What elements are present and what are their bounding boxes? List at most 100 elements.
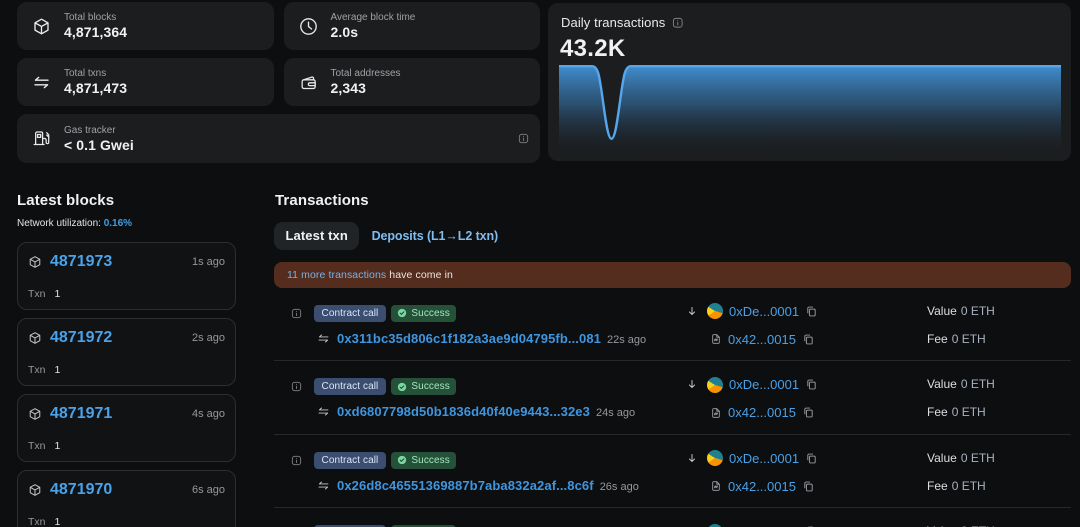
tx-hash-link[interactable]: 0x311bc35d806c1f182a3ae9d04795fb...081 bbox=[337, 331, 601, 346]
latest-blocks-section: Latest blocks Network utilization: 0.16%… bbox=[17, 189, 236, 527]
info-icon[interactable] bbox=[291, 381, 302, 392]
transaction-row: Contract call Success 0xd6807798d50b1836… bbox=[274, 361, 1071, 435]
to-address-link[interactable]: 0x42...0015 bbox=[728, 479, 796, 494]
stat-label: Average block time bbox=[331, 11, 416, 24]
info-icon[interactable] bbox=[291, 455, 302, 466]
from-avatar bbox=[707, 450, 723, 466]
tx-type-tag: Contract call bbox=[314, 378, 386, 395]
block-age: 4s ago bbox=[192, 407, 225, 421]
stat-card-average-block-time: Average block time 2.0s bbox=[284, 2, 541, 50]
check-circle-icon bbox=[397, 455, 407, 465]
transfers-icon bbox=[315, 405, 332, 418]
contract-icon bbox=[710, 406, 722, 420]
stat-value: 4,871,364 bbox=[64, 24, 127, 41]
fee-label: Fee bbox=[927, 479, 948, 493]
tx-hash-link[interactable]: 0xd6807798d50b1836d40f40e9443...32e3 bbox=[337, 404, 590, 419]
transactions-title: Transactions bbox=[275, 192, 1072, 210]
to-address-link[interactable]: 0x42...0015 bbox=[728, 405, 796, 420]
fee-label: Fee bbox=[927, 405, 948, 419]
fee-amount: 0 ETH bbox=[952, 479, 986, 493]
stat-label: Total addresses bbox=[331, 67, 401, 80]
check-circle-icon bbox=[397, 382, 407, 392]
value-label: Value bbox=[927, 451, 957, 465]
daily-transactions-card: Daily transactions 43.2K bbox=[548, 3, 1071, 161]
block-card: 4871972 2s ago Txn1 bbox=[17, 318, 236, 386]
tab-deposits[interactable]: Deposits (L1→L2 txn) bbox=[372, 229, 499, 243]
network-utilization-label: Network utilization: bbox=[17, 218, 101, 229]
cube-icon bbox=[28, 331, 42, 345]
copy-icon[interactable] bbox=[805, 452, 818, 465]
stats-grid: Total blocks 4,871,364 Average block tim… bbox=[17, 2, 540, 163]
transactions-tabs: Latest txn Deposits (L1→L2 txn) bbox=[274, 222, 1071, 250]
info-icon[interactable] bbox=[518, 133, 529, 144]
tx-status-label: Success bbox=[411, 455, 450, 466]
contract-icon bbox=[710, 479, 722, 493]
stat-card-total-blocks: Total blocks 4,871,364 bbox=[17, 2, 274, 50]
daily-transactions-title: Daily transactions bbox=[561, 15, 665, 30]
cube-icon bbox=[28, 255, 42, 269]
block-txn-count: 1 bbox=[55, 288, 61, 300]
block-number-link[interactable]: 4871971 bbox=[50, 404, 112, 424]
tx-age: 24s ago bbox=[596, 407, 635, 419]
copy-icon[interactable] bbox=[805, 378, 818, 391]
fee-amount: 0 ETH bbox=[952, 332, 986, 346]
contract-icon bbox=[710, 332, 722, 346]
stat-card-total-txns: Total txns 4,871,473 bbox=[17, 58, 274, 106]
network-utilization: Network utilization: 0.16% bbox=[17, 218, 236, 230]
new-transactions-alert: 11 more transactions have come in bbox=[274, 262, 1071, 288]
block-age: 2s ago bbox=[192, 331, 225, 345]
value-label: Value bbox=[927, 304, 957, 318]
tx-hash-link[interactable]: 0x26d8c46551369887b7aba832a2af...8c6f bbox=[337, 478, 594, 493]
transaction-row: Contract call Success 0x26d8c46551369887… bbox=[274, 435, 1071, 509]
value-amount: 0 ETH bbox=[961, 377, 995, 391]
tx-status-badge: Success bbox=[391, 452, 457, 469]
arrow-down-icon bbox=[687, 304, 697, 318]
cube-icon bbox=[28, 483, 42, 497]
stat-value: 2.0s bbox=[331, 24, 416, 41]
fee-label: Fee bbox=[927, 332, 948, 346]
to-address-link[interactable]: 0x42...0015 bbox=[728, 332, 796, 347]
clock-icon bbox=[299, 17, 318, 36]
block-number-link[interactable]: 4871970 bbox=[50, 480, 112, 500]
check-circle-icon bbox=[397, 308, 407, 318]
value-label: Value bbox=[927, 377, 957, 391]
arrow-down-icon bbox=[687, 377, 697, 391]
tx-status-label: Success bbox=[411, 381, 450, 392]
copy-icon[interactable] bbox=[802, 480, 815, 493]
copy-icon[interactable] bbox=[805, 305, 818, 318]
stat-value: 2,343 bbox=[331, 80, 401, 97]
block-card: 4871973 1s ago Txn1 bbox=[17, 242, 236, 310]
info-icon[interactable] bbox=[672, 17, 684, 29]
stat-card-gas-tracker: Gas tracker < 0.1 Gwei bbox=[17, 114, 540, 163]
new-transactions-link[interactable]: 11 more transactions bbox=[287, 269, 386, 281]
from-address-link[interactable]: 0xDe...0001 bbox=[729, 377, 799, 392]
block-age: 1s ago bbox=[192, 255, 225, 269]
network-utilization-value: 0.16% bbox=[104, 218, 132, 229]
block-age: 6s ago bbox=[192, 483, 225, 497]
cube-icon bbox=[28, 407, 42, 421]
stat-value: < 0.1 Gwei bbox=[64, 137, 134, 154]
block-number-link[interactable]: 4871973 bbox=[50, 252, 112, 272]
from-avatar bbox=[707, 303, 723, 319]
transaction-row: Contract call Success 0x311bc35d806c1f18… bbox=[274, 288, 1071, 362]
from-address-link[interactable]: 0xDe...0001 bbox=[729, 304, 799, 319]
stat-label: Total txns bbox=[64, 67, 127, 80]
gas-pump-icon bbox=[32, 129, 51, 148]
daily-transactions-area-chart[interactable] bbox=[559, 64, 1061, 152]
copy-icon[interactable] bbox=[802, 333, 815, 346]
arrow-down-icon bbox=[687, 451, 697, 465]
wallet-icon bbox=[299, 73, 318, 92]
cube-icon bbox=[32, 17, 51, 36]
fee-amount: 0 ETH bbox=[952, 405, 986, 419]
copy-icon[interactable] bbox=[802, 406, 815, 419]
info-icon[interactable] bbox=[291, 308, 302, 319]
stat-card-total-addresses: Total addresses 2,343 bbox=[284, 58, 541, 106]
tx-age: 22s ago bbox=[607, 334, 646, 346]
block-number-link[interactable]: 4871972 bbox=[50, 328, 112, 348]
daily-transactions-value: 43.2K bbox=[560, 36, 626, 62]
block-txn-count: 1 bbox=[55, 364, 61, 376]
from-address-link[interactable]: 0xDe...0001 bbox=[729, 451, 799, 466]
tx-status-label: Success bbox=[411, 308, 450, 319]
tab-latest-txn[interactable]: Latest txn bbox=[274, 222, 359, 250]
transfers-icon bbox=[315, 479, 332, 492]
